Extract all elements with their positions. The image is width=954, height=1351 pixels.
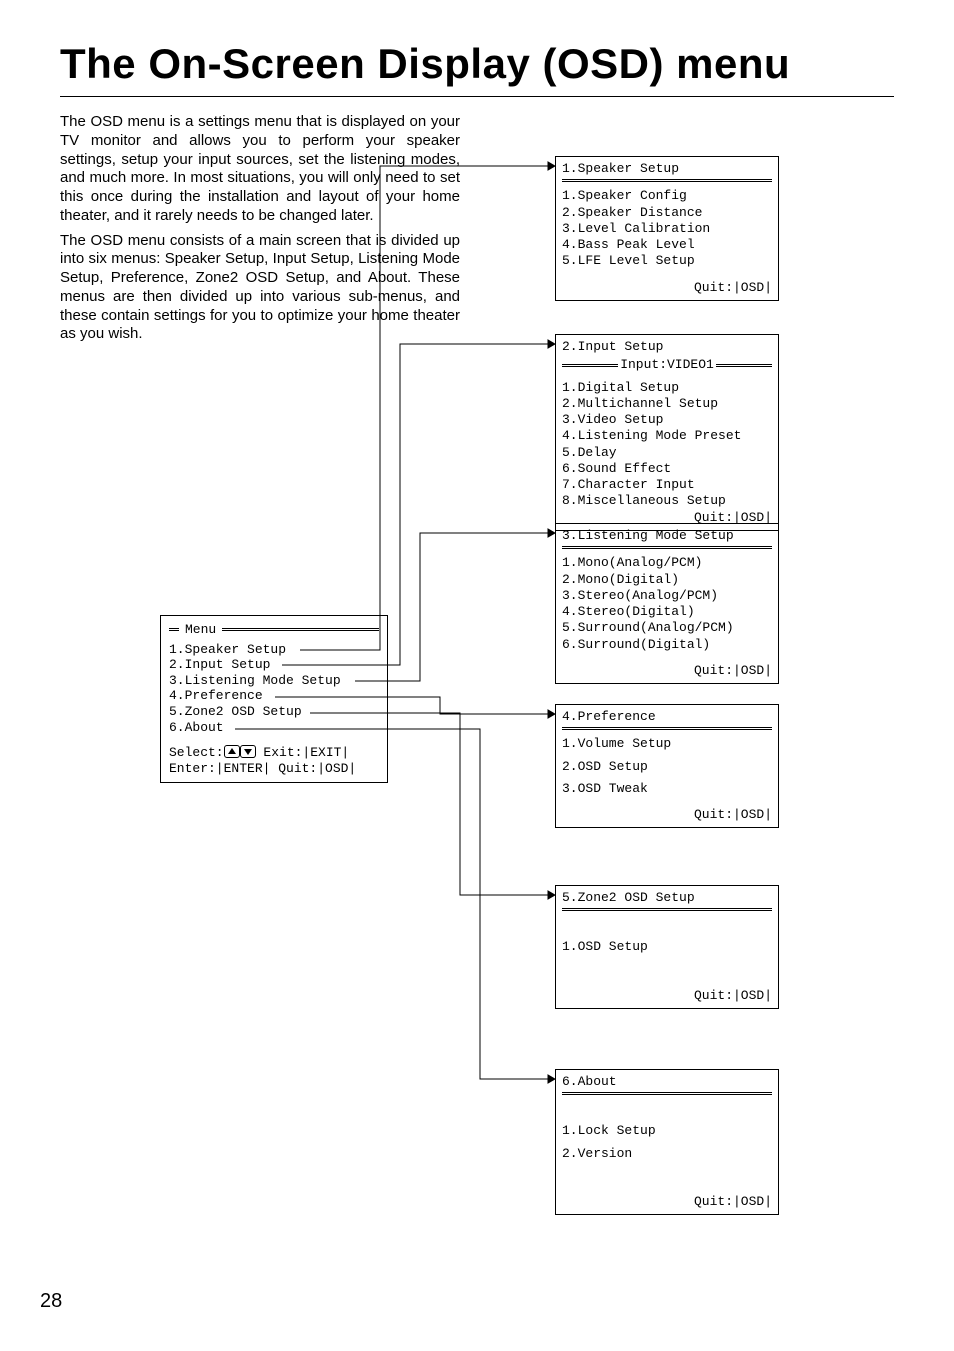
- menu-item[interactable]: 3.Listening Mode Setup: [169, 673, 379, 689]
- submenu-item[interactable]: 4.Stereo(Digital): [562, 604, 772, 620]
- footer-line-1: Select: Exit:|EXIT|: [169, 745, 379, 761]
- submenu-item[interactable]: 2.Version: [562, 1146, 772, 1162]
- submenu-item[interactable]: 4.Listening Mode Preset: [562, 428, 772, 444]
- submenu-title: 6.About: [562, 1074, 772, 1090]
- submenu-items: 1.Mono(Analog/PCM)2.Mono(Digital)3.Stere…: [562, 555, 772, 653]
- exit-label: Exit:|EXIT|: [256, 745, 350, 760]
- main-menu-panel: Menu 1.Speaker Setup 2.Input Setup 3.Lis…: [160, 615, 388, 783]
- submenu-item[interactable]: 2.Mono(Digital): [562, 572, 772, 588]
- intro-block: The OSD menu is a settings menu that is …: [60, 113, 460, 344]
- rule-right: [222, 628, 379, 631]
- page-number: 28: [40, 1290, 62, 1313]
- menu-item[interactable]: 1.Speaker Setup: [169, 642, 379, 658]
- menu-item[interactable]: 5.Zone2 OSD Setup: [169, 704, 379, 720]
- submenu-rule: [562, 546, 772, 549]
- submenu-item[interactable]: 2.Multichannel Setup: [562, 396, 772, 412]
- submenu-item[interactable]: 1.Speaker Config: [562, 188, 772, 204]
- main-menu-items: 1.Speaker Setup 2.Input Setup 3.Listenin…: [169, 642, 379, 736]
- submenu-item[interactable]: 2.Speaker Distance: [562, 205, 772, 221]
- submenu-panel: 1.Speaker Setup 1.Speaker Config2.Speaker…: [555, 156, 779, 301]
- submenu-item[interactable]: 1.Digital Setup: [562, 380, 772, 396]
- submenu-item[interactable]: 3.OSD Tweak: [562, 781, 772, 797]
- submenu-title: 5.Zone2 OSD Setup: [562, 890, 772, 906]
- submenu-item[interactable]: 3.Stereo(Analog/PCM): [562, 588, 772, 604]
- submenu-item[interactable]: 5.Delay: [562, 445, 772, 461]
- quit-label: Quit:|OSD|: [562, 663, 772, 679]
- submenu-banner: Input:VIDEO1: [562, 357, 772, 373]
- submenu-item[interactable]: 5.Surround(Analog/PCM): [562, 620, 772, 636]
- submenu-items: 1.Volume Setup 2.OSD Setup 3.OSD Tweak: [562, 736, 772, 797]
- page-title: The On-Screen Display (OSD) menu: [60, 40, 894, 88]
- footer-line-2: Enter:|ENTER| Quit:|OSD|: [169, 761, 379, 777]
- submenu-title: 4.Preference: [562, 709, 772, 725]
- submenu-title: 2.Input Setup: [562, 339, 772, 355]
- submenu-item[interactable]: 8.Miscellaneous Setup: [562, 493, 772, 509]
- main-menu-title: Menu: [185, 622, 216, 638]
- submenu-panel: 4.Preference 1.Volume Setup 2.OSD Setup 3.O…: [555, 704, 779, 828]
- main-menu-title-row: Menu: [169, 622, 379, 638]
- submenu-panel: 2.Input Setup Input:VIDEO1 1.Digital Setup…: [555, 334, 779, 531]
- submenu-panel: 3.Listening Mode Setup 1.Mono(Analog/PCM)…: [555, 523, 779, 684]
- submenu-rule: [562, 727, 772, 730]
- submenu-item[interactable]: 5.LFE Level Setup: [562, 253, 772, 269]
- quit-label: Quit:|OSD|: [562, 807, 772, 823]
- submenu-item[interactable]: 7.Character Input: [562, 477, 772, 493]
- menu-item[interactable]: 2.Input Setup: [169, 657, 379, 673]
- intro-paragraph-1: The OSD menu is a settings menu that is …: [60, 113, 460, 226]
- submenu-item[interactable]: 6.Surround(Digital): [562, 637, 772, 653]
- submenu-item[interactable]: 1.OSD Setup: [562, 939, 772, 955]
- submenu-item[interactable]: 1.Mono(Analog/PCM): [562, 555, 772, 571]
- intro-paragraph-2: The OSD menu consists of a main screen t…: [60, 232, 460, 345]
- select-label: Select:: [169, 745, 224, 760]
- submenu-items: 1.Lock Setup 2.Version: [562, 1123, 772, 1162]
- quit-label: Quit:|OSD|: [562, 280, 772, 296]
- submenu-rule: [562, 1092, 772, 1095]
- down-arrow-icon: [240, 745, 256, 758]
- submenu-item[interactable]: 3.Video Setup: [562, 412, 772, 428]
- quit-label: Quit:|OSD|: [562, 1194, 772, 1210]
- submenu-items: 1.Speaker Config2.Speaker Distance3.Leve…: [562, 188, 772, 269]
- submenu-title: 3.Listening Mode Setup: [562, 528, 772, 544]
- quit-label: Quit:|OSD|: [562, 988, 772, 1004]
- submenu-title: 1.Speaker Setup: [562, 161, 772, 177]
- rule-left: [169, 628, 179, 631]
- submenu-item[interactable]: 6.Sound Effect: [562, 461, 772, 477]
- submenu-items: 1.Digital Setup2.Multichannel Setup3.Vid…: [562, 380, 772, 510]
- submenu-item[interactable]: 1.Volume Setup: [562, 736, 772, 752]
- submenu-panel: 5.Zone2 OSD Setup 1.OSD Setup Quit:|OSD|: [555, 885, 779, 1009]
- submenu-item[interactable]: 3.Level Calibration: [562, 221, 772, 237]
- submenu-items: 1.OSD Setup: [562, 939, 772, 955]
- submenu-panel: 6.About 1.Lock Setup 2.Version Quit:|OSD|: [555, 1069, 779, 1215]
- page: The On-Screen Display (OSD) menu The OSD…: [0, 0, 954, 1351]
- main-menu-footer: Select: Exit:|EXIT| Enter:|ENTER| Quit:|…: [169, 745, 379, 776]
- submenu-item[interactable]: 4.Bass Peak Level: [562, 237, 772, 253]
- menu-item[interactable]: 6.About: [169, 720, 379, 736]
- submenu-item[interactable]: 1.Lock Setup: [562, 1123, 772, 1139]
- submenu-rule: [562, 179, 772, 182]
- submenu-rule: [562, 908, 772, 911]
- up-arrow-icon: [224, 745, 240, 758]
- menu-item[interactable]: 4.Preference: [169, 688, 379, 704]
- submenu-item[interactable]: 2.OSD Setup: [562, 759, 772, 775]
- title-rule: [60, 96, 894, 97]
